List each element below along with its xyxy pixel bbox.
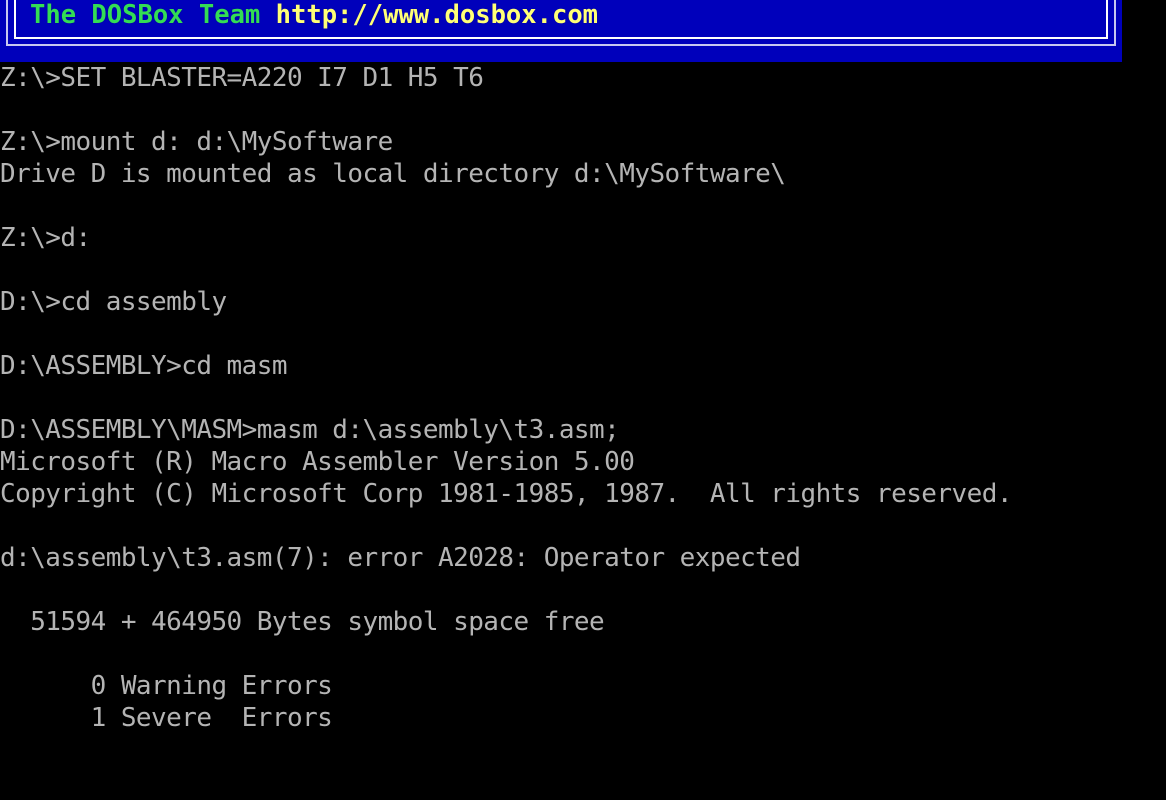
terminal-line: D:\ASSEMBLY>cd masm [0,351,288,381]
terminal-line: Drive D is mounted as local directory d:… [0,159,786,189]
terminal-line: 0 Warning Errors [0,671,333,701]
banner-url-link[interactable]: http://www.dosbox.com [276,0,598,30]
terminal-line: Microsoft (R) Macro Assembler Version 5.… [0,447,635,477]
terminal-line: Z:\>SET BLASTER=A220 I7 D1 H5 T6 [0,63,484,93]
terminal-line: 51594 + 464950 Bytes symbol space free [0,607,605,637]
dosbox-welcome-banner: The DOSBox Team http://www.dosbox.com [0,0,1122,62]
terminal-line: Copyright (C) Microsoft Corp 1981-1985, … [0,479,1012,509]
terminal-line: D:\>cd assembly [0,287,227,317]
terminal-line: 1 Severe Errors [0,703,333,733]
banner-text: The DOSBox Team http://www.dosbox.com [30,1,598,29]
dosbox-window[interactable]: The DOSBox Team http://www.dosbox.com Z:… [0,0,1166,800]
terminal-line: Z:\>mount d: d:\MySoftware [0,127,393,157]
terminal-output[interactable]: Z:\>SET BLASTER=A220 I7 D1 H5 T6 Z:\>moun… [0,62,1166,800]
banner-team-label: The DOSBox Team [30,0,276,30]
terminal-line: D:\ASSEMBLY\MASM>masm d:\assembly\t3.asm… [0,415,620,445]
terminal-line: d:\assembly\t3.asm(7): error A2028: Oper… [0,543,801,573]
terminal-line: Z:\>d: [0,223,91,253]
